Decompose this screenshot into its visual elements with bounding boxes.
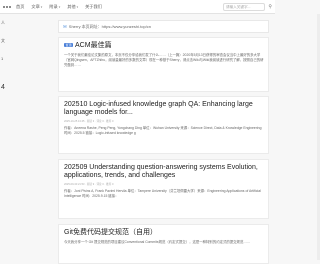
post-card[interactable]: 202510 Logic-infused knowledge graph QA:…	[58, 96, 269, 154]
post-title[interactable]: 202509 Understanding question-answering …	[64, 164, 264, 180]
post-title-text: ACM最佳篇	[75, 42, 112, 49]
sidebar-count: 4	[1, 84, 5, 91]
pinned-badge: 置顶	[64, 42, 74, 48]
sidebar-text: 人	[1, 20, 5, 25]
nav-appendix-label: 附录	[49, 3, 58, 9]
post-excerpt: 今天我分享一个 Git 提交规范的项目建议Conventional Commit…	[64, 240, 251, 245]
chevron-down-icon: ▾	[58, 4, 61, 9]
post-card[interactable]: Git免费代码提交规范（自用） 今天我分享一个 Git 提交规范的项目建议Con…	[58, 224, 269, 264]
post-card[interactable]: 202509 Understanding question-answering …	[58, 159, 269, 219]
post-meta: 2025-10-25 13:45 · 阅读 3 · 评论 0 · 推荐 0	[64, 120, 114, 124]
post-card[interactable]: 置顶 ACM最佳篇 一个关于我们最佳论文集的原文，本页不仅分享给我们发了什么……（…	[58, 37, 269, 92]
menu-icon[interactable]	[3, 5, 11, 8]
chevron-down-icon: ▾	[40, 4, 43, 9]
search-icon[interactable]: ⚲	[268, 3, 272, 11]
post-excerpt: 作者：Joni Pivins A, Frank Paviml Hervila 单…	[64, 189, 261, 199]
nav-appendix[interactable]: 附录 ▾	[49, 4, 60, 10]
sidebar-text: 1	[1, 56, 4, 61]
nav-other-label: 其他	[67, 3, 76, 9]
chevron-down-icon: ▾	[76, 4, 79, 9]
nav-home[interactable]: 首页	[16, 4, 24, 10]
post-excerpt: 作者：Aneena Rashe, Peng Peng, Yongchang Di…	[64, 126, 262, 136]
top-navbar: 首页 文章 ▾ 附录 ▾ 其他 ▾ 关于我们 请输入关键字... ⚲	[0, 0, 275, 14]
nav-about[interactable]: 关于我们	[85, 4, 102, 10]
post-meta: 2025-09-30 21:53 · 阅读 9 · 评论 0 · 推荐 0	[64, 183, 114, 187]
nav-articles[interactable]: 文章 ▾	[31, 4, 42, 10]
nav-about-label: 关于我们	[85, 3, 102, 9]
left-sidebar: 人 文 1 4	[0, 14, 20, 260]
post-title[interactable]: Git免费代码提交规范（自用）	[64, 229, 264, 237]
megaphone-icon: ✉	[63, 23, 67, 29]
post-title[interactable]: 202510 Logic-infused knowledge graph QA:…	[64, 101, 264, 117]
banner-text: Sherry 本页网址：https://www.yunzeshi.top/cn	[68, 23, 152, 29]
post-title[interactable]: 置顶 ACM最佳篇	[64, 42, 264, 50]
nav-other[interactable]: 其他 ▾	[67, 4, 78, 10]
sidebar-text: 文	[1, 38, 5, 43]
search-input[interactable]: 请输入关键字...	[223, 3, 265, 11]
post-excerpt: 一个关于我们最佳论文集的原文，本页不仅分享给我们发了什么……（上一篇）2020年…	[64, 53, 264, 68]
nav-articles-label: 文章	[31, 3, 40, 9]
nav-home-label: 首页	[16, 3, 25, 9]
announcement-banner: ✉ Sherry 本页网址：https://www.yunzeshi.top/c…	[58, 20, 269, 33]
